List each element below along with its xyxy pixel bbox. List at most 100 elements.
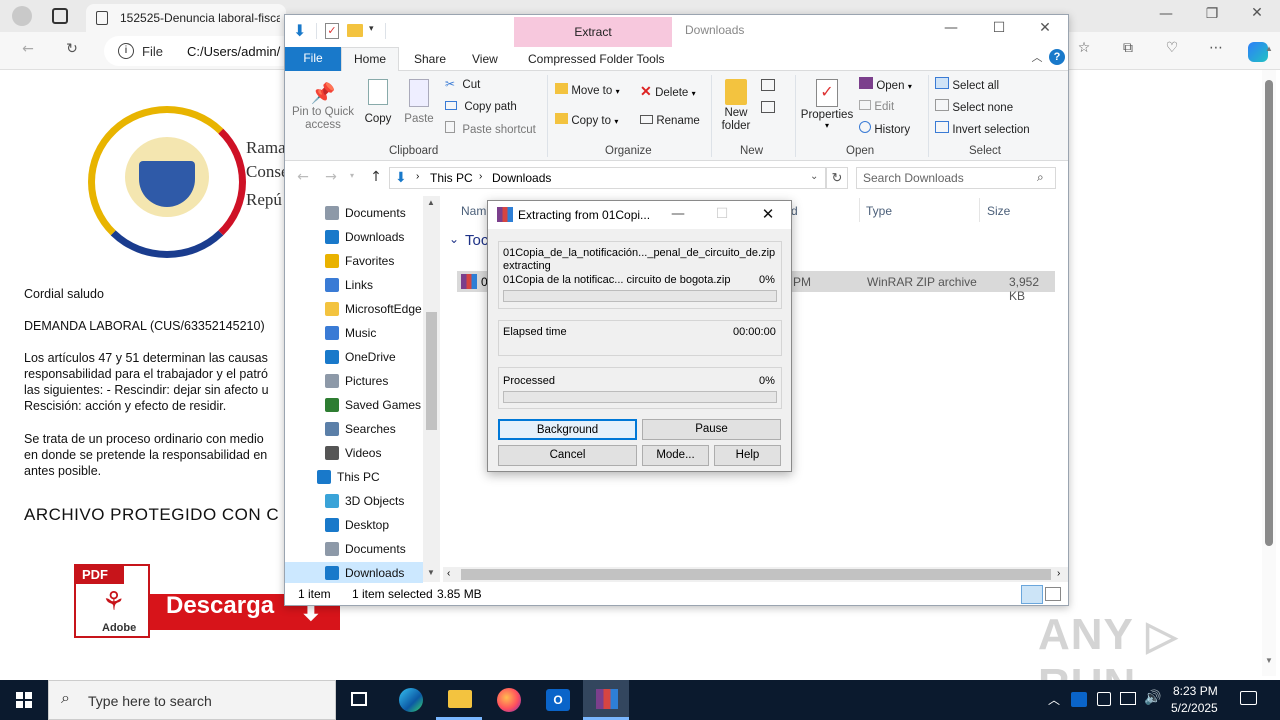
nav-item-searches[interactable]: Searches xyxy=(285,418,423,440)
pause-button[interactable]: Pause xyxy=(642,419,781,440)
browser-tab[interactable]: 152525-Denuncia laboral-fiscal xyxy=(86,4,286,32)
new-folder-button[interactable]: New folder xyxy=(717,77,755,141)
profile-avatar[interactable] xyxy=(12,6,32,26)
nav-forward-icon[interactable]: → xyxy=(323,169,339,185)
tab-view[interactable]: View xyxy=(472,52,498,66)
address-bar[interactable]: i File C:/Users/admin/ xyxy=(104,36,304,66)
background-button[interactable]: Background xyxy=(498,419,637,440)
explorer-minimize-icon[interactable]: — xyxy=(941,20,961,36)
delete-button[interactable]: ✕ Delete ▾ xyxy=(640,83,696,100)
properties-button[interactable]: ✓ Properties ▾ xyxy=(799,77,855,141)
extract-context-tab[interactable]: Extract xyxy=(514,17,672,47)
favorites-icon[interactable]: ☆ xyxy=(1074,40,1094,56)
details-view-icon[interactable] xyxy=(1021,585,1043,604)
nav-item-music[interactable]: Music xyxy=(285,322,423,344)
browser-essentials-icon[interactable]: ♡ xyxy=(1162,40,1182,56)
task-view-icon[interactable] xyxy=(337,680,383,720)
open-button[interactable]: Open ▾ xyxy=(859,77,912,92)
tab-share[interactable]: Share xyxy=(414,52,446,66)
tab-actions-icon[interactable] xyxy=(52,8,68,24)
browser-close-icon[interactable]: ✕ xyxy=(1247,5,1267,21)
file-explorer-taskbar-icon[interactable] xyxy=(436,680,482,720)
back-icon[interactable]: ← xyxy=(18,41,38,57)
nav-item-saved-games[interactable]: Saved Games xyxy=(285,394,423,416)
search-downloads-input[interactable]: Search Downloads xyxy=(863,171,964,185)
copy-button[interactable]: Copy xyxy=(359,77,397,139)
copy-path-button[interactable]: Copy path xyxy=(445,99,517,117)
nav-item-downloads[interactable]: Downloads xyxy=(285,562,423,584)
breadcrumb-downloads[interactable]: Downloads xyxy=(492,171,551,185)
nav-item-microsoftedge[interactable]: MicrosoftEdge xyxy=(285,298,423,320)
qa-dropdown-icon[interactable]: ▾ xyxy=(369,23,374,34)
tray-outlook-icon[interactable] xyxy=(1071,692,1087,707)
nav-pane-scrollbar[interactable]: ▲ ▼ xyxy=(423,196,440,582)
clock-date[interactable]: 5/2/2025 xyxy=(1171,701,1218,715)
nav-item-desktop[interactable]: Desktop xyxy=(285,514,423,536)
new-folder-qa-icon[interactable] xyxy=(347,24,363,37)
explorer-maximize-icon[interactable]: ☐ xyxy=(989,20,1009,36)
paste-button[interactable]: Paste xyxy=(401,77,437,139)
edit-button[interactable]: Edit xyxy=(859,99,894,113)
nav-up-icon[interactable]: ↑ xyxy=(368,169,384,185)
collections-icon[interactable]: ⧉ xyxy=(1118,40,1138,56)
search-box[interactable]: Search Downloads ⌕ xyxy=(856,167,1056,189)
nav-item-3d-objects[interactable]: 3D Objects xyxy=(285,490,423,512)
browser-scrollbar[interactable]: ▲ ▼ xyxy=(1262,44,1276,676)
tab-compressed-folder-tools[interactable]: Compressed Folder Tools xyxy=(528,52,665,66)
nav-item-videos[interactable]: Videos xyxy=(285,442,423,464)
browser-restore-icon[interactable]: ❐ xyxy=(1202,6,1222,22)
recent-locations-icon[interactable]: ▾ xyxy=(347,171,357,180)
clock-time[interactable]: 8:23 PM xyxy=(1173,684,1218,698)
nav-item-onedrive[interactable]: OneDrive xyxy=(285,346,423,368)
easy-access-icon[interactable] xyxy=(761,101,775,113)
mode-button[interactable]: Mode... xyxy=(642,445,709,466)
nav-back-icon[interactable]: ← xyxy=(295,169,311,185)
address-box[interactable]: ⬇ › This PC › Downloads ⌄ xyxy=(389,167,826,189)
nav-item-documents[interactable]: Documents xyxy=(285,202,423,224)
select-none-button[interactable]: Select none xyxy=(935,99,1013,114)
browser-scroll-thumb[interactable] xyxy=(1265,80,1273,546)
properties-qa-icon[interactable]: ✓ xyxy=(325,23,339,39)
nav-item-favorites[interactable]: Favorites xyxy=(285,250,423,272)
file-list-hscrollbar[interactable]: ‹ › xyxy=(443,567,1068,582)
copy-to-button[interactable]: Copy to ▾ xyxy=(555,113,618,127)
nav-scroll-thumb[interactable] xyxy=(426,312,437,430)
dialog-close-icon[interactable]: ✕ xyxy=(758,205,778,223)
nav-item-links[interactable]: Links xyxy=(285,274,423,296)
ribbon-collapse-icon[interactable]: ︿ xyxy=(1030,49,1044,65)
help-icon[interactable]: ? xyxy=(1049,49,1065,65)
refresh-icon[interactable]: ↻ xyxy=(62,41,82,57)
column-type[interactable]: Type xyxy=(866,204,892,218)
column-date[interactable]: d xyxy=(791,204,798,218)
dialog-minimize-icon[interactable]: — xyxy=(668,206,688,222)
explorer-close-icon[interactable]: ✕ xyxy=(1035,20,1055,36)
hscroll-thumb[interactable] xyxy=(461,569,1051,580)
address-dropdown-icon[interactable]: ⌄ xyxy=(810,171,818,182)
nav-item-documents[interactable]: Documents xyxy=(285,538,423,560)
pin-quick-access-button[interactable]: 📌 Pin to Quick access xyxy=(291,77,355,139)
browser-minimize-icon[interactable]: — xyxy=(1156,6,1176,22)
notifications-icon[interactable] xyxy=(1240,691,1257,705)
volume-icon[interactable]: 🔊 xyxy=(1144,689,1161,706)
rename-button[interactable]: Rename xyxy=(640,113,700,127)
breadcrumb-this-pc[interactable]: This PC xyxy=(430,171,473,185)
info-icon[interactable]: i xyxy=(118,43,134,59)
column-size[interactable]: Size xyxy=(987,204,1010,218)
new-item-icon[interactable] xyxy=(761,79,775,91)
column-name[interactable]: Nam xyxy=(461,204,486,218)
nav-item-downloads[interactable]: Downloads xyxy=(285,226,423,248)
winrar-taskbar-icon[interactable] xyxy=(583,680,629,720)
paste-shortcut-button[interactable]: Paste shortcut xyxy=(445,121,536,139)
firefox-taskbar-icon[interactable] xyxy=(485,680,531,720)
tab-home[interactable]: Home xyxy=(341,47,399,72)
start-button[interactable] xyxy=(0,680,48,720)
tray-chevron-icon[interactable]: ︿ xyxy=(1048,691,1060,708)
more-icon[interactable]: ⋯ xyxy=(1206,40,1226,56)
tab-file[interactable]: File xyxy=(285,47,341,71)
invert-selection-button[interactable]: Invert selection xyxy=(935,121,1030,136)
edge-taskbar-icon[interactable] xyxy=(387,680,433,720)
history-button[interactable]: History xyxy=(859,121,910,136)
tray-device-icon[interactable] xyxy=(1097,692,1111,706)
cut-button[interactable]: ✂ Cut xyxy=(445,77,480,95)
quick-access-down-icon[interactable]: ⬇ xyxy=(293,21,306,41)
